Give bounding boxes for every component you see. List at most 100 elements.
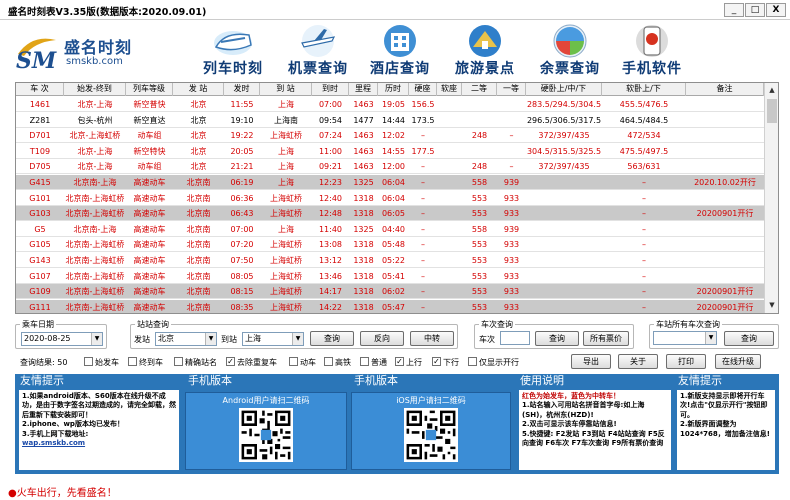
maximize-button[interactable]: □ bbox=[745, 3, 765, 17]
table-row[interactable]: G107 北京南-上海虹桥 高速动车 北京南 08:05 上海虹桥 13:46 1318 05:… bbox=[16, 269, 764, 284]
nav-train-schedule[interactable]: 列车时刻 bbox=[188, 20, 278, 82]
column-header[interactable]: 硬卧上/中/下 bbox=[526, 83, 602, 96]
table-row[interactable]: G103 北京南-上海虹桥 高速动车 北京南 06:43 上海虹桥 12:48 1318 06:… bbox=[16, 206, 764, 222]
table-row[interactable]: 1461 北京-上海 新空普快 北京 11:55 上海 07:00 1463 19:05 156.… bbox=[16, 97, 764, 112]
table-cell: 939 bbox=[503, 224, 520, 234]
panel-body: 1.新版支持显示即将开行车次!点击"仅显示开行"按钮即可。 2.新版界面调整为1… bbox=[677, 390, 775, 470]
table-cell: – bbox=[421, 178, 425, 187]
table-cell: 1318 bbox=[353, 209, 374, 219]
table-cell bbox=[686, 113, 764, 128]
checkbox-checked-icon[interactable]: ✓ bbox=[432, 357, 441, 366]
column-header[interactable]: 历时 bbox=[378, 83, 409, 96]
column-header[interactable]: 里程 bbox=[349, 83, 378, 96]
table-row[interactable]: D705 北京-上海 动车组 北京 21:21 上海 09:21 1463 12:00 – 248 –… bbox=[16, 159, 764, 175]
about-button[interactable]: 关于 bbox=[618, 354, 658, 369]
scroll-thumb[interactable] bbox=[767, 99, 777, 123]
column-header[interactable]: 软座 bbox=[437, 83, 462, 96]
download-link[interactable]: wap.smskb.com bbox=[22, 439, 176, 448]
filter-checkbox[interactable]: ✓ 去除重复车 bbox=[226, 357, 277, 368]
table-row[interactable]: G111 北京南-上海虹桥 高速动车 北京南 08:35 上海虹桥 14:22 1318 05:… bbox=[16, 299, 764, 313]
table-cell bbox=[526, 284, 602, 299]
column-header[interactable]: 一等 bbox=[497, 83, 526, 96]
to-station-label: 到站 bbox=[221, 335, 237, 344]
station-all-select[interactable]: ▼ bbox=[653, 331, 717, 345]
table-cell: 04:40 bbox=[381, 224, 406, 234]
table-cell: 上海虹桥 bbox=[270, 131, 302, 141]
scroll-down-icon[interactable]: ▼ bbox=[766, 299, 778, 311]
table-cell: 北京南 bbox=[186, 287, 211, 297]
table-row[interactable]: G105 北京南-上海虹桥 高速动车 北京南 07:20 上海虹桥 13:08 1318 05:… bbox=[16, 237, 764, 253]
checkbox-unchecked-icon[interactable] bbox=[289, 357, 298, 366]
filter-checkbox[interactable]: 始发车 bbox=[84, 357, 119, 368]
column-header[interactable]: 备注 bbox=[686, 83, 764, 96]
transfer-button[interactable]: 中转 bbox=[410, 331, 454, 346]
checkbox-label: 动车 bbox=[300, 358, 316, 367]
column-header[interactable]: 发时 bbox=[224, 83, 260, 96]
train-query-button[interactable]: 查询 bbox=[535, 331, 579, 346]
usage-line: 5.快捷键: F2发站 F3到站 F4站站查询 F5反向查询 F6车次 F7车次… bbox=[522, 429, 665, 448]
export-button[interactable]: 导出 bbox=[571, 354, 611, 369]
nav-ticket-query[interactable]: 余票查询 bbox=[528, 20, 612, 82]
checkbox-checked-icon[interactable]: ✓ bbox=[395, 357, 404, 366]
chevron-down-icon[interactable]: ▼ bbox=[91, 333, 102, 345]
checkbox-unchecked-icon[interactable] bbox=[174, 357, 183, 366]
table-row[interactable]: G5 北京南-上海 高速动车 北京南 07:00 上海 11:40 1325 04:40 – 558… bbox=[16, 222, 764, 237]
column-header[interactable]: 软卧上/下 bbox=[602, 83, 686, 96]
close-button[interactable]: X bbox=[766, 3, 786, 17]
column-header[interactable]: 发 站 bbox=[173, 83, 224, 96]
checkbox-unchecked-icon[interactable] bbox=[468, 357, 477, 366]
filter-checkbox[interactable]: 普通 bbox=[360, 357, 387, 368]
filter-checkbox[interactable]: 动车 bbox=[289, 357, 316, 368]
filter-checkbox[interactable]: 仅显示开行 bbox=[468, 357, 519, 368]
checkbox-unchecked-icon[interactable] bbox=[324, 357, 333, 366]
filter-checkbox[interactable]: ✓ 上行 bbox=[395, 357, 422, 368]
table-row[interactable]: G143 北京南-上海虹桥 高速动车 北京南 07:50 上海虹桥 13:12 1318 05:… bbox=[16, 253, 764, 268]
table-row[interactable]: Z281 包头-杭州 新空直达 北京 19:10 上海南 09:54 1477 14:44 173… bbox=[16, 113, 764, 128]
filter-checkbox[interactable]: 终到车 bbox=[128, 357, 163, 368]
filter-checkbox[interactable]: ✓ 下行 bbox=[432, 357, 459, 368]
table-cell: T109 bbox=[29, 146, 51, 156]
to-station-select[interactable]: 上海 ▼ bbox=[242, 332, 304, 346]
table-row[interactable]: D701 北京-上海虹桥 动车组 北京 19:22 上海虹桥 07:24 1463 12:02 –… bbox=[16, 128, 764, 144]
all-prices-button[interactable]: 所有票价 bbox=[583, 331, 629, 346]
checkbox-checked-icon[interactable]: ✓ bbox=[226, 357, 235, 366]
minimize-button[interactable]: _ bbox=[724, 3, 744, 17]
column-header[interactable]: 到时 bbox=[312, 83, 349, 96]
nav-hotel-query[interactable]: 酒店查询 bbox=[358, 20, 442, 82]
table-row[interactable]: G415 北京南-上海 高速动车 北京南 06:19 上海 12:23 1325 06:04 – 5… bbox=[16, 175, 764, 190]
vertical-scrollbar[interactable]: ▲ ▼ bbox=[764, 83, 778, 313]
table-row[interactable]: G101 北京南-上海虹桥 高速动车 北京南 06:36 上海虹桥 12:40 1318 06:… bbox=[16, 191, 764, 206]
station-query-button[interactable]: 查询 bbox=[310, 331, 354, 346]
train-number-input[interactable] bbox=[500, 331, 530, 345]
chevron-down-icon[interactable]: ▼ bbox=[205, 333, 216, 345]
upgrade-button[interactable]: 在线升级 bbox=[715, 354, 761, 369]
reverse-button[interactable]: 反向 bbox=[360, 331, 404, 346]
nav-mobile-software[interactable]: 手机软件 bbox=[612, 20, 692, 82]
scroll-up-icon[interactable]: ▲ bbox=[766, 84, 778, 96]
nav-tourism[interactable]: 旅游景点 bbox=[442, 20, 528, 82]
table-cell: D705 bbox=[29, 162, 51, 172]
table-cell: 06:05 bbox=[381, 209, 406, 219]
filter-checkbox[interactable]: 精确站名 bbox=[174, 357, 217, 368]
column-header[interactable]: 车 次 bbox=[16, 83, 64, 96]
date-picker[interactable]: 2020-08-25 ▼ bbox=[21, 332, 103, 346]
table-row[interactable]: T109 北京-上海 新空特快 北京 20:05 上海 11:00 1463 14:55 177.… bbox=[16, 144, 764, 159]
station-all-query-button[interactable]: 查询 bbox=[724, 331, 774, 346]
table-cell: – bbox=[421, 256, 425, 265]
chevron-down-icon[interactable]: ▼ bbox=[705, 332, 716, 344]
checkbox-unchecked-icon[interactable] bbox=[84, 357, 93, 366]
column-header[interactable]: 硬座 bbox=[409, 83, 437, 96]
column-header[interactable]: 始发-终到 bbox=[64, 83, 126, 96]
table-cell: 高速动车 bbox=[133, 302, 166, 312]
table-row[interactable]: G109 北京南-上海虹桥 高速动车 北京南 08:15 上海虹桥 14:17 1318 06:… bbox=[16, 284, 764, 300]
chevron-down-icon[interactable]: ▼ bbox=[292, 333, 303, 345]
filter-checkbox[interactable]: 高铁 bbox=[324, 357, 351, 368]
print-button[interactable]: 打印 bbox=[666, 354, 706, 369]
column-header[interactable]: 列车等级 bbox=[126, 83, 173, 96]
checkbox-unchecked-icon[interactable] bbox=[360, 357, 369, 366]
from-station-select[interactable]: 北京 ▼ bbox=[155, 332, 217, 346]
column-header[interactable]: 二等 bbox=[462, 83, 497, 96]
nav-flight-query[interactable]: 机票查询 bbox=[278, 20, 358, 82]
checkbox-unchecked-icon[interactable] bbox=[128, 357, 137, 366]
column-header[interactable]: 到 站 bbox=[260, 83, 312, 96]
